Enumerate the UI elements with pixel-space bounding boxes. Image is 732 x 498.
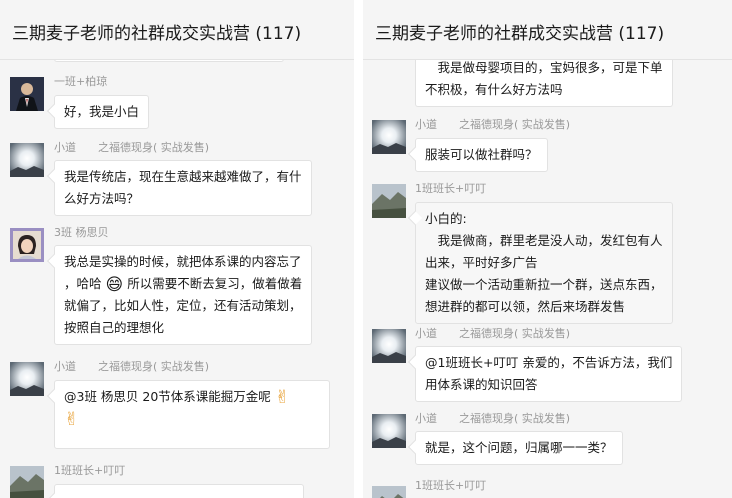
- avatar[interactable]: [10, 228, 44, 262]
- chat-title: 三期麦子老师的社群成交实战营 (117): [375, 24, 665, 44]
- message-text: 我是传统店，现在生意越来越难做了，有什: [64, 169, 302, 184]
- message-bubble[interactable]: @3班 杨思贝 20节体系课能掘万金呢 ✌ ✌: [54, 380, 330, 449]
- message-bubble[interactable]: 就是，这个问题，归属哪一一类？: [415, 431, 623, 465]
- message-text: 所以需要不断去复习，做着做着: [123, 276, 303, 291]
- message-text: 我是做母婴项目的，宝妈很多，可是下单: [425, 60, 663, 75]
- message-text: 就是，这个问题，归属哪一一类？: [425, 440, 613, 455]
- sender-name: 一班+柏琼: [54, 75, 108, 88]
- sender-name: 小道 之福德现身( 实战发售): [415, 412, 571, 425]
- avatar[interactable]: [372, 486, 406, 498]
- message-bubble[interactable]: @1班班长+叮叮 亲爱的，不告诉方法，我们 用体系课的知识回答: [415, 346, 683, 402]
- message-bubble[interactable]: 我总是实操的时候，就把体系课的内容忘了 ，哈哈 😄 所以需要不断去复习，做着做着…: [54, 245, 313, 345]
- message-text: 建议做一个活动重新拉一个群，送点东西，: [425, 277, 663, 292]
- message-text: 用体系课的知识回答: [425, 377, 538, 392]
- message-bubble[interactable]: 我是做母婴项目的，宝妈很多，可是下单 不积极，有什么好方法吗: [415, 52, 673, 107]
- avatar[interactable]: [372, 329, 406, 363]
- message-text: 不积极，有什么好方法吗: [425, 82, 563, 97]
- panel-divider: [354, 0, 363, 498]
- victory-hand-emoji-icon: ✌: [274, 386, 290, 408]
- message-line-with-emoji: ，哈哈 😄 所以需要不断去复习，做着做着: [64, 273, 302, 295]
- chat-header: 三期麦子老师的社群成交实战营 (117): [0, 0, 354, 60]
- message-text: 服装可以做社群吗？: [425, 147, 538, 162]
- chat-header: 三期麦子老师的社群成交实战营 (117): [363, 0, 732, 60]
- grinning-face-emoji-icon: 😄: [105, 274, 124, 295]
- avatar[interactable]: [372, 120, 406, 154]
- message-bubble-partial[interactable]: [54, 484, 304, 498]
- message-text: 就偏了，比如人性，定位，还有活动策划，: [64, 298, 302, 313]
- avatar[interactable]: [10, 466, 44, 498]
- message-line-with-emoji: @3班 杨思贝 20节体系课能掘万金呢 ✌: [64, 386, 320, 408]
- sender-name: 3班 杨思贝: [54, 226, 109, 239]
- message-bubble[interactable]: 小白的: 我是微商，群里老是没人动，发红包有人 出来，平时好多广告 建议做一个活…: [415, 202, 673, 324]
- message-text: 按照自己的理想化: [64, 320, 165, 335]
- avatar[interactable]: [10, 143, 44, 177]
- message-text: 么好方法吗？: [64, 191, 140, 206]
- sender-name: 1班班长+叮叮: [415, 479, 487, 492]
- message-line-with-emoji: ✌: [64, 408, 320, 430]
- chat-window-left: 三期麦子老师的社群成交实战营 (117) 一班+柏琼 好，我是小白 小道 之福德…: [0, 0, 354, 498]
- avatar[interactable]: [10, 362, 44, 396]
- message-bubble[interactable]: 我是传统店，现在生意越来越难做了，有什 么好方法吗？: [54, 160, 312, 216]
- avatar[interactable]: [372, 184, 406, 218]
- message-text: 好，我是小白: [64, 104, 140, 119]
- sender-name: 小道 之福德现身( 实战发售): [54, 360, 210, 373]
- sender-name: 小道 之福德现身( 实战发售): [415, 118, 571, 131]
- sender-name: 1班班长+叮叮: [54, 464, 126, 477]
- message-text: ，哈哈: [64, 276, 102, 291]
- message-text: 出来，平时好多广告: [425, 255, 538, 270]
- sender-name: 1班班长+叮叮: [415, 182, 487, 195]
- message-text: 小白的:: [425, 211, 467, 226]
- sender-name: 小道 之福德现身( 实战发售): [54, 141, 210, 154]
- message-bubble[interactable]: 好，我是小白: [54, 95, 150, 129]
- message-text: @1班班长+叮叮 亲爱的，不告诉方法，我们: [425, 355, 673, 370]
- message-text: @3班 杨思贝 20节体系课能掘万金呢: [64, 389, 271, 404]
- sender-name: 小道 之福德现身( 实战发售): [415, 327, 571, 340]
- message-text: 我是微商，群里老是没人动，发红包有人: [425, 233, 663, 248]
- message-text: 想进群的都可以领，然后来场群发售: [425, 299, 626, 314]
- chat-title: 三期麦子老师的社群成交实战营 (117): [12, 24, 302, 44]
- message-bubble[interactable]: 服装可以做社群吗？: [415, 138, 548, 172]
- message-text: 我总是实操的时候，就把体系课的内容忘了: [64, 254, 302, 269]
- avatar[interactable]: [10, 77, 44, 111]
- avatar[interactable]: [372, 414, 406, 448]
- victory-hand-emoji-icon: ✌: [64, 408, 80, 430]
- chat-window-right: 三期麦子老师的社群成交实战营 (117) 我是做母婴项目的，宝妈很多，可是下单 …: [363, 0, 732, 498]
